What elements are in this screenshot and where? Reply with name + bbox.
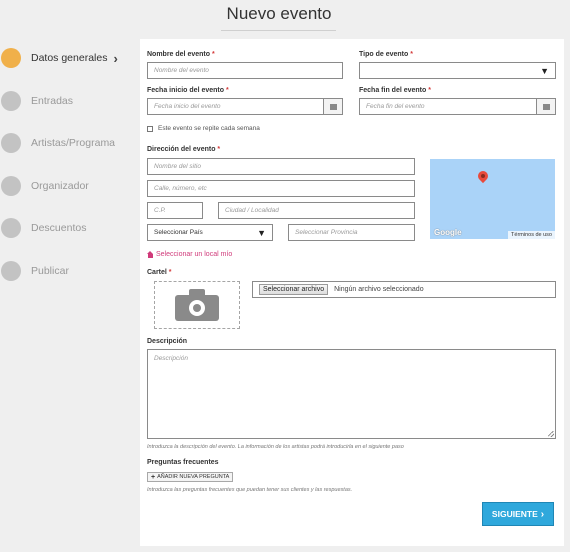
description-textarea[interactable]: Descripción	[147, 349, 556, 439]
weekly-repeat-checkbox[interactable]	[147, 125, 153, 132]
end-date-label: Fecha fin del evento *	[359, 87, 431, 94]
start-date-calendar-button[interactable]	[323, 98, 343, 115]
street-input[interactable]: Calle, número, etc	[147, 180, 415, 197]
google-logo: Google	[434, 228, 462, 237]
poster-upload-area[interactable]	[154, 281, 240, 329]
title-divider	[221, 30, 336, 31]
city-placeholder: Ciudad / Localidad	[225, 207, 279, 214]
step-organizador[interactable]: Organizador	[0, 175, 135, 197]
country-select[interactable]: Seleccionar País ▼	[147, 224, 273, 241]
add-question-label: AÑADIR NUEVA PREGUNTA	[157, 474, 230, 480]
step-indicator	[1, 91, 21, 111]
end-date-placeholder: Fecha fin del evento	[366, 103, 425, 110]
step-label: Entradas	[31, 95, 74, 107]
weekly-repeat-label: Este evento se repite cada semana	[158, 125, 260, 132]
select-local-link[interactable]: Seleccionar un local mío	[147, 251, 232, 258]
event-name-label: Nombre del evento *	[147, 51, 215, 58]
step-publicar[interactable]: Publicar	[0, 260, 135, 282]
event-type-label: Tipo de evento *	[359, 51, 413, 58]
calendar-icon	[542, 103, 550, 110]
camera-icon	[175, 289, 219, 321]
province-placeholder: Seleccionar Provincia	[295, 229, 358, 236]
step-label: Publicar	[31, 265, 69, 277]
caret-down-icon: ▼	[257, 227, 266, 238]
chevron-right-icon: ›	[540, 508, 545, 520]
site-name-placeholder: Nombre del sitio	[154, 163, 201, 170]
end-date-calendar-button[interactable]	[536, 98, 556, 115]
step-descuentos[interactable]: Descuentos	[0, 217, 135, 239]
step-artistas-programa[interactable]: Artistas/Programa	[0, 132, 135, 154]
description-label: Descripción	[147, 338, 188, 345]
add-question-button[interactable]: + AÑADIR NUEVA PREGUNTA	[147, 472, 234, 482]
select-local-text: Seleccionar un local mío	[156, 251, 233, 258]
step-label: Organizador	[31, 180, 89, 192]
step-indicator	[1, 261, 21, 281]
weekly-repeat-row[interactable]: Este evento se repite cada semana	[147, 125, 260, 132]
step-datos-generales[interactable]: Datos generales ›	[0, 47, 135, 69]
start-date-input[interactable]: Fecha inicio del evento	[147, 98, 324, 115]
step-indicator	[1, 218, 21, 238]
description-help: Introduzca la descripción del evento. La…	[147, 444, 404, 450]
next-button-label: SIGUIENTE	[491, 509, 538, 519]
address-label: Dirección del evento *	[147, 146, 221, 153]
poster-file-input[interactable]: Seleccionar archivo Ningún archivo selec…	[252, 281, 556, 298]
file-status: Ningún archivo seleccionado	[334, 286, 424, 293]
start-date-label: Fecha inicio del evento *	[147, 87, 229, 94]
site-name-input[interactable]: Nombre del sitio	[147, 158, 415, 175]
step-indicator	[1, 176, 21, 196]
postal-code-placeholder: C.P.	[154, 207, 166, 214]
home-icon	[147, 251, 154, 258]
caret-down-icon: ▼	[540, 65, 549, 76]
start-date-placeholder: Fecha inicio del evento	[154, 103, 221, 110]
step-label: Artistas/Programa	[31, 137, 116, 149]
step-label: Datos generales	[31, 52, 108, 64]
step-indicator	[1, 133, 21, 153]
step-entradas[interactable]: Entradas	[0, 90, 135, 112]
next-button[interactable]: SIGUIENTE ›	[482, 502, 554, 526]
step-label: Descuentos	[31, 222, 87, 234]
postal-code-input[interactable]: C.P.	[147, 202, 203, 219]
end-date-input[interactable]: Fecha fin del evento	[359, 98, 537, 115]
event-name-input[interactable]: Nombre del evento	[147, 62, 343, 79]
resize-handle[interactable]	[548, 431, 554, 437]
faq-help: Introduzca las preguntas frecuentes que …	[147, 487, 353, 493]
description-placeholder: Descripción	[154, 355, 188, 362]
country-value: Seleccionar País	[154, 229, 203, 236]
event-name-placeholder: Nombre del evento	[154, 67, 209, 74]
event-type-select[interactable]: ▼	[359, 62, 556, 79]
step-indicator-active	[1, 48, 21, 68]
calendar-icon	[329, 103, 337, 110]
faq-label: Preguntas frecuentes	[147, 459, 219, 466]
province-input[interactable]: Seleccionar Provincia	[288, 224, 415, 241]
street-placeholder: Calle, número, etc	[154, 185, 207, 192]
map-pin-center	[481, 174, 485, 178]
chevron-right-icon: ›	[113, 50, 118, 66]
poster-label: Cartel *	[147, 269, 172, 276]
choose-file-button[interactable]: Seleccionar archivo	[259, 284, 329, 295]
page-title: Nuevo evento	[226, 4, 332, 23]
city-input[interactable]: Ciudad / Localidad	[218, 202, 415, 219]
event-form-card: Nombre del evento * Nombre del evento Ti…	[140, 39, 564, 546]
plus-icon: +	[151, 473, 156, 481]
location-map[interactable]: Google Términos de uso	[430, 159, 555, 239]
map-terms-link[interactable]: Términos de uso	[508, 231, 555, 239]
